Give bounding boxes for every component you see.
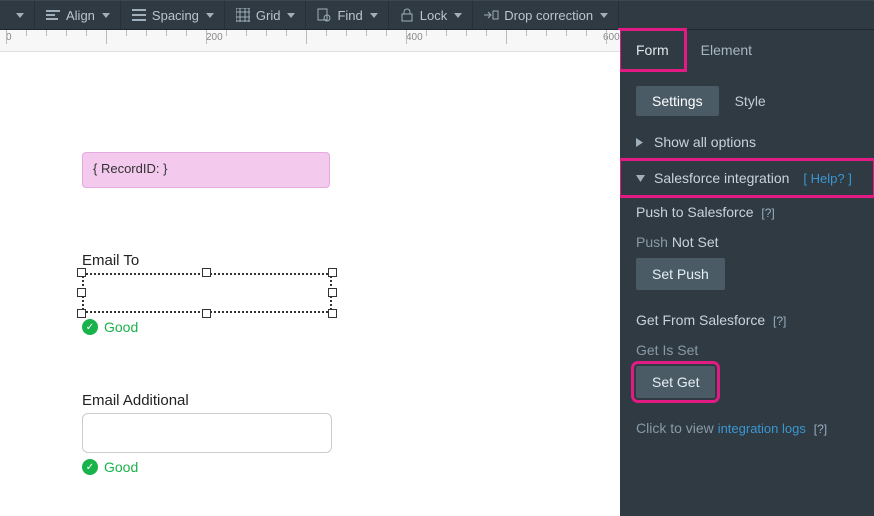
accordion-label: Show all options — [654, 134, 756, 150]
top-toolbar: Align Spacing Grid Find Lock Drop correc… — [0, 0, 874, 30]
push-group: Push to Salesforce [?] Push Not Set Set … — [620, 196, 874, 304]
resize-handle[interactable] — [202, 268, 211, 277]
align-icon — [45, 7, 61, 23]
help-q-icon[interactable]: [?] — [773, 314, 786, 328]
panel-tab-element[interactable]: Element — [685, 30, 768, 70]
field-block-email-additional: Email Additional ✓ Good — [82, 392, 332, 475]
subtab-label: Settings — [652, 93, 703, 109]
caret-icon — [16, 13, 24, 18]
toolbar-label: Lock — [420, 8, 447, 23]
panel-tab-form[interactable]: Form — [620, 30, 685, 70]
caret-icon — [206, 13, 214, 18]
toolbar-item-lock[interactable]: Lock — [389, 1, 473, 29]
triangle-right-icon — [636, 138, 646, 147]
panel-tabs: Form Element — [620, 30, 874, 70]
help-q-icon[interactable]: [?] — [814, 422, 827, 436]
grid-icon — [235, 7, 251, 23]
tab-label: Form — [636, 42, 669, 58]
toolbar-item-align[interactable]: Align — [35, 1, 121, 29]
push-heading: Push to Salesforce [?] — [636, 204, 858, 220]
toolbar-item-spacing[interactable]: Spacing — [121, 1, 225, 29]
caret-icon — [600, 13, 608, 18]
resize-handle[interactable] — [202, 309, 211, 318]
subtab-settings[interactable]: Settings — [636, 86, 719, 116]
tab-label: Element — [701, 42, 752, 58]
get-heading: Get From Salesforce [?] — [636, 312, 858, 328]
caret-icon — [454, 13, 462, 18]
set-push-button[interactable]: Set Push — [636, 258, 725, 290]
resize-handle[interactable] — [77, 309, 86, 318]
resize-handle[interactable] — [77, 288, 86, 297]
get-group: Get From Salesforce [?] Get Is Set Set G… — [620, 304, 874, 412]
record-id-text: { RecordID: } — [93, 161, 167, 176]
field-block-email-to: Email To — [82, 252, 332, 335]
resize-handle[interactable] — [328, 268, 337, 277]
integration-logs-link[interactable]: integration logs — [718, 421, 806, 436]
subtab-style[interactable]: Style — [719, 86, 782, 116]
check-circle-icon: ✓ — [82, 319, 98, 335]
help-text: Help? — [811, 171, 845, 186]
toolbar-label: Grid — [256, 8, 281, 23]
toolbar-item-drop-correction[interactable]: Drop correction — [473, 1, 619, 29]
selected-input[interactable] — [82, 273, 332, 313]
validation-text: Good — [104, 319, 138, 335]
caret-icon — [102, 13, 110, 18]
help-link[interactable]: [ Help? ] — [803, 171, 851, 186]
horizontal-ruler: 0 200 400 600 — [0, 30, 620, 52]
drop-correction-icon — [483, 7, 499, 23]
spacing-icon — [131, 7, 147, 23]
triangle-down-icon — [636, 175, 646, 182]
check-circle-icon: ✓ — [82, 459, 98, 475]
button-label: Set Get — [652, 374, 699, 390]
resize-handle[interactable] — [328, 309, 337, 318]
push-status: Push Not Set — [636, 234, 858, 250]
find-icon — [316, 7, 332, 23]
properties-panel: Form Element Settings Style Show all opt… — [620, 30, 874, 516]
resize-handle[interactable] — [77, 268, 86, 277]
toolbar-item-unknown-left[interactable] — [4, 1, 35, 29]
set-get-button[interactable]: Set Get — [636, 366, 715, 398]
toolbar-label: Spacing — [152, 8, 199, 23]
accordion-show-all[interactable]: Show all options — [620, 124, 874, 160]
subtab-label: Style — [735, 93, 766, 109]
field-label: Email Additional — [82, 392, 332, 409]
selection-outline — [82, 273, 332, 313]
validation-good: ✓ Good — [82, 459, 332, 475]
panel-subtabs: Settings Style — [620, 70, 874, 124]
ruler-label: 400 — [406, 32, 423, 43]
accordion-label: Salesforce integration — [654, 170, 789, 186]
lock-icon — [399, 7, 415, 23]
toolbar-label: Find — [337, 8, 362, 23]
logs-row: Click to view integration logs [?] — [620, 412, 874, 450]
design-canvas-area: 0 200 400 600 { RecordID: } Email To — [0, 30, 620, 516]
toolbar-label: Drop correction — [504, 8, 593, 23]
validation-good: ✓ Good — [82, 319, 332, 335]
text-input[interactable] — [82, 413, 332, 453]
caret-icon — [287, 13, 295, 18]
help-q-icon[interactable]: [?] — [761, 206, 774, 220]
logs-prefix: Click to view — [636, 420, 718, 436]
caret-icon — [370, 13, 378, 18]
accordion-salesforce[interactable]: Salesforce integration [ Help? ] — [620, 160, 874, 196]
field-label: Email To — [82, 252, 332, 269]
canvas[interactable]: { RecordID: } Email To — [0, 52, 620, 516]
button-label: Set Push — [652, 266, 709, 282]
get-status: Get Is Set — [636, 342, 858, 358]
resize-handle[interactable] — [328, 288, 337, 297]
record-id-placeholder[interactable]: { RecordID: } — [82, 152, 330, 188]
validation-text: Good — [104, 459, 138, 475]
toolbar-item-find[interactable]: Find — [306, 1, 388, 29]
toolbar-label: Align — [66, 8, 95, 23]
ruler-label: 200 — [206, 32, 223, 43]
toolbar-item-grid[interactable]: Grid — [225, 1, 307, 29]
